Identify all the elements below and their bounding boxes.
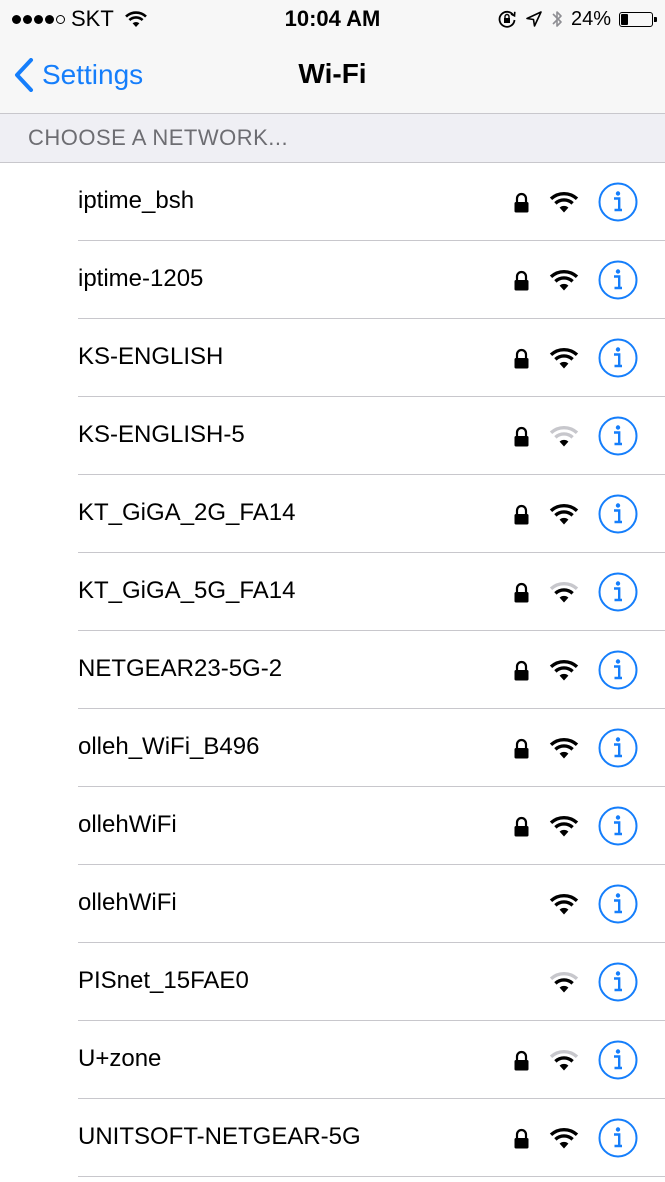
wifi-signal-icon [548,892,580,916]
network-name: ollehWiFi [78,811,177,838]
info-button[interactable] [598,650,638,690]
info-button[interactable] [598,494,638,534]
wifi-signal-icon [548,970,580,994]
orientation-lock-icon [498,10,516,28]
info-button[interactable] [598,1040,638,1080]
info-button[interactable] [598,962,638,1002]
wifi-signal-icon [548,268,580,292]
network-name: ollehWiFi [78,889,177,916]
network-row[interactable]: KT_GiGA_2G_FA14 [0,475,665,553]
page-title: Wi-Fi [298,58,367,89]
network-row[interactable]: iptime-1205 [0,241,665,319]
wifi-signal-icon [548,502,580,526]
bluetooth-icon [552,11,562,27]
network-name: iptime_bsh [78,187,195,214]
network-name: KS-ENGLISH-5 [78,421,245,448]
network-name: KS-ENGLISH [78,343,224,370]
network-name: UNITSOFT-NETGEAR-5G [78,1123,361,1150]
wifi-signal-icon [548,736,580,760]
info-button[interactable] [598,416,638,456]
wifi-signal-icon [548,1048,580,1072]
network-row[interactable]: PISnet_15FAE0 [0,943,665,1021]
network-row[interactable]: KS-ENGLISH-5 [0,397,665,475]
network-name: iptime-1205 [78,265,204,292]
info-button[interactable] [598,806,638,846]
lock-icon [513,738,530,760]
network-row[interactable]: ollehWiFi [0,787,665,865]
lock-icon [513,1050,530,1072]
wifi-signal-icon [548,190,580,214]
wifi-signal-icon [548,1126,580,1150]
network-list: iptime_bsh iptime-1205 KS-ENGLISH KS-ENGLIS… [0,163,665,1177]
network-name: PISnet_15FAE0 [78,967,249,994]
wifi-signal-icon [548,424,580,448]
lock-icon [513,816,530,838]
section-header-label: CHOOSE A NETWORK... [28,125,289,150]
network-row[interactable]: olleh_WiFi_B496 [0,709,665,787]
status-bar-right: 24% [497,4,657,34]
info-button[interactable] [598,884,638,924]
lock-icon [513,582,530,604]
lock-icon [513,348,530,370]
network-name: olleh_WiFi_B496 [78,733,260,760]
section-header: CHOOSE A NETWORK... [0,114,665,163]
location-icon [526,11,542,27]
info-button[interactable] [598,260,638,300]
info-button[interactable] [598,728,638,768]
status-bar: SKT 10:04 AM 24% [0,0,665,38]
network-row[interactable]: iptime_bsh [0,163,665,241]
network-row[interactable]: ollehWiFi [0,865,665,943]
network-name: KT_GiGA_5G_FA14 [78,577,296,604]
info-button[interactable] [598,1118,638,1158]
info-button[interactable] [598,182,638,222]
lock-icon [513,1128,530,1150]
lock-icon [513,504,530,526]
network-row[interactable]: KS-ENGLISH [0,319,665,397]
lock-icon [513,660,530,682]
network-name: NETGEAR23-5G-2 [78,655,283,682]
network-row[interactable]: KT_GiGA_5G_FA14 [0,553,665,631]
network-row[interactable]: NETGEAR23-5G-2 [0,631,665,709]
wifi-signal-icon [548,814,580,838]
wifi-signal-icon [548,658,580,682]
info-button[interactable] [598,338,638,378]
network-row[interactable]: UNITSOFT-NETGEAR-5G [0,1099,665,1177]
network-row[interactable]: U+zone [0,1021,665,1099]
wifi-signal-icon [548,346,580,370]
battery-fill [621,13,628,25]
battery-icon [619,11,657,27]
lock-icon [513,192,530,214]
lock-icon [513,426,530,448]
info-button[interactable] [598,572,638,612]
network-name: KT_GiGA_2G_FA14 [78,499,296,526]
navigation-bar: Settings Wi-Fi [0,38,665,114]
network-name: U+zone [78,1045,162,1072]
lock-icon [513,270,530,292]
battery-percent: 24% [570,7,611,30]
wifi-signal-icon [548,580,580,604]
